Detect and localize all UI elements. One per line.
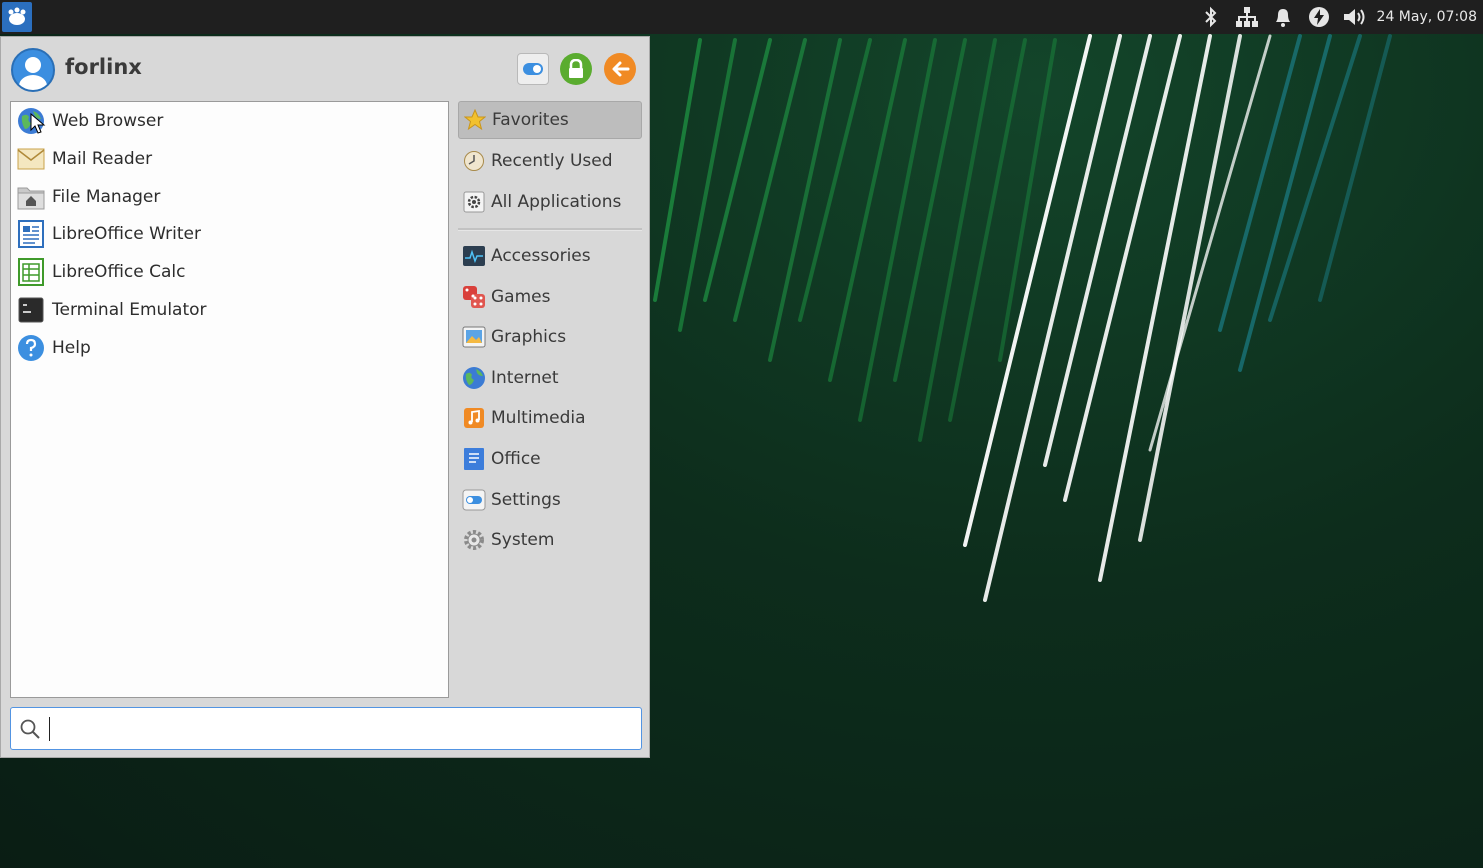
category-label: Recently Used [491, 151, 613, 171]
app-label: LibreOffice Writer [52, 224, 201, 244]
category-accessories[interactable]: Accessories [458, 237, 642, 275]
category-label: System [491, 530, 555, 550]
text-caret [49, 717, 50, 741]
terminal-icon [16, 295, 46, 325]
office-icon [461, 446, 487, 472]
search-input[interactable] [49, 714, 633, 744]
notification-bell-icon[interactable] [1265, 0, 1301, 34]
whisker-menu-button[interactable] [2, 2, 32, 32]
list-item-help[interactable]: Help [16, 330, 441, 366]
category-label: Graphics [491, 327, 567, 347]
application-menu: forlinx Web Browser Mail Reader File Man… [0, 36, 650, 758]
category-label: Games [491, 287, 551, 307]
power-manager-icon[interactable] [1301, 0, 1337, 34]
category-label: All Applications [491, 192, 622, 212]
category-list: Favorites Recently Used All Applications… [458, 101, 642, 601]
app-label: Help [52, 338, 91, 358]
app-label: LibreOffice Calc [52, 262, 186, 282]
list-item-libreoffice-writer[interactable]: LibreOffice Writer [16, 216, 441, 252]
libreoffice-calc-icon [16, 257, 46, 287]
search-box[interactable] [10, 707, 642, 750]
music-icon [461, 405, 487, 431]
category-office[interactable]: Office [458, 440, 642, 478]
category-separator [458, 228, 642, 231]
list-item-terminal-emulator[interactable]: Terminal Emulator [16, 292, 441, 328]
xfce-mouse-icon [8, 7, 26, 25]
search-icon [20, 719, 40, 739]
back-arrow-icon [612, 61, 630, 77]
category-recently-used[interactable]: Recently Used [458, 142, 642, 180]
app-label: Mail Reader [52, 149, 153, 169]
category-settings[interactable]: Settings [458, 481, 642, 519]
system-gear-icon [461, 527, 487, 553]
category-label: Multimedia [491, 408, 586, 428]
list-item-file-manager[interactable]: File Manager [16, 179, 441, 215]
category-favorites[interactable]: Favorites [458, 101, 642, 139]
category-games[interactable]: Games [458, 278, 642, 316]
settings-toggle-icon [523, 63, 543, 75]
category-multimedia[interactable]: Multimedia [458, 399, 642, 437]
category-label: Settings [491, 490, 561, 510]
clock[interactable]: 24 May, 07:08 [1373, 9, 1483, 25]
app-label: Terminal Emulator [52, 300, 207, 320]
volume-icon[interactable] [1337, 0, 1373, 34]
category-internet[interactable]: Internet [458, 359, 642, 397]
category-label: Favorites [492, 110, 569, 130]
gear-icon [461, 189, 487, 215]
category-graphics[interactable]: Graphics [458, 318, 642, 356]
top-panel: 24 May, 07:08 [0, 0, 1483, 34]
bluetooth-icon[interactable] [1193, 0, 1229, 34]
list-item-libreoffice-calc[interactable]: LibreOffice Calc [16, 254, 441, 290]
category-all-applications[interactable]: All Applications [458, 183, 642, 221]
user-avatar-icon [11, 48, 55, 92]
category-system[interactable]: System [458, 521, 642, 559]
username: forlinx [65, 55, 142, 79]
log-out-button[interactable] [604, 53, 636, 85]
settings-toggle-icon [461, 487, 487, 513]
menu-header: forlinx [1, 37, 651, 101]
system-tray: 24 May, 07:08 [1193, 0, 1483, 34]
lock-icon [569, 59, 583, 78]
file-manager-icon [16, 182, 46, 212]
star-icon [462, 107, 488, 133]
list-item-mail-reader[interactable]: Mail Reader [16, 141, 441, 177]
category-label: Office [491, 449, 541, 469]
globe-icon [461, 365, 487, 391]
app-label: Web Browser [52, 111, 164, 131]
mouse-pointer-icon [30, 113, 46, 134]
network-icon[interactable] [1229, 0, 1265, 34]
graphics-icon [461, 324, 487, 350]
mail-reader-icon [16, 144, 46, 174]
accessories-icon [461, 243, 487, 269]
clock-icon [461, 148, 487, 174]
dice-icon [461, 284, 487, 310]
category-label: Internet [491, 368, 559, 388]
libreoffice-writer-icon [16, 219, 46, 249]
app-label: File Manager [52, 187, 161, 207]
settings-manager-button[interactable] [517, 53, 549, 85]
lock-screen-button[interactable] [560, 53, 592, 85]
category-label: Accessories [491, 246, 591, 266]
favorites-list: Web Browser Mail Reader File Manager Lib… [10, 101, 449, 698]
help-icon [16, 333, 46, 363]
list-item-web-browser[interactable]: Web Browser [16, 103, 441, 139]
